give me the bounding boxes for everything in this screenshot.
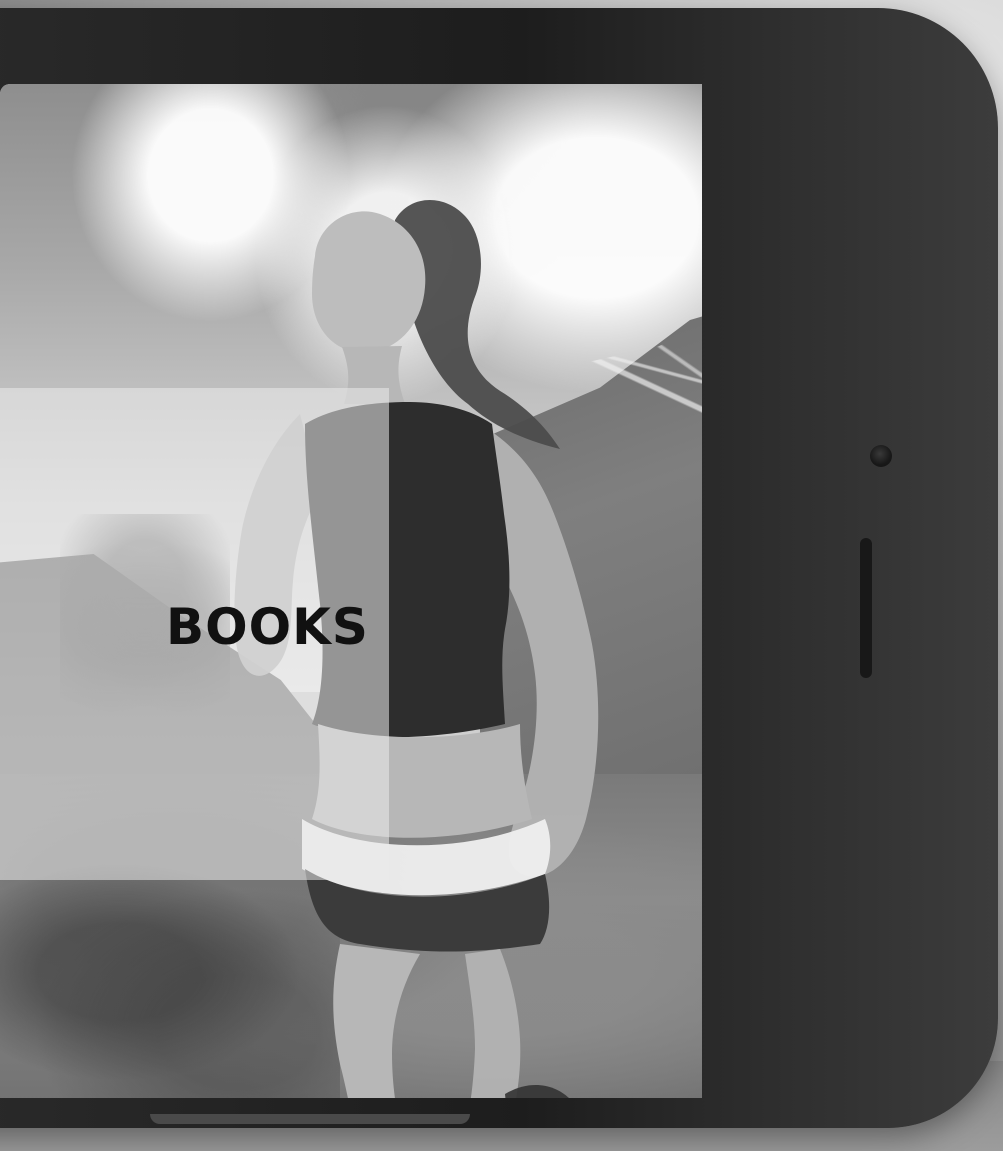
phone-bottom-edge [150,1114,470,1124]
camera-icon [870,445,892,467]
page: BOOKS [0,0,1003,1151]
phone-side-slot [860,538,872,678]
hero-title: BOOKS [166,598,369,656]
